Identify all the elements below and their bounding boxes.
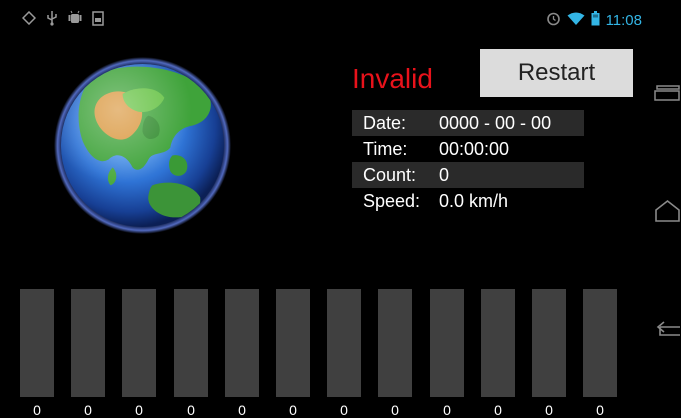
storage-icon — [92, 10, 104, 26]
gps-info-panel: Date: 0000 - 00 - 00 Time: 00:00:00 Coun… — [352, 110, 584, 214]
speed-value: 0.0 km/h — [439, 190, 509, 211]
count-row: Count: 0 — [352, 162, 584, 188]
fix-status-label: Invalid — [352, 63, 433, 94]
signal-value-label: 0 — [238, 402, 246, 418]
signal-bar-track — [327, 289, 361, 397]
speed-row: Speed: 0.0 km/h — [352, 188, 584, 214]
globe-image — [53, 56, 232, 235]
signal-bar-track — [532, 289, 566, 397]
signal-value-label: 0 — [340, 402, 348, 418]
android-debug-icon — [68, 10, 82, 26]
date-value: 0000 - 00 - 00 — [439, 112, 552, 133]
signal-value-label: 0 — [391, 402, 399, 418]
signal-bar-track — [276, 289, 310, 397]
signal-bar-track — [71, 289, 105, 397]
signal-bar-track — [174, 289, 208, 397]
status-bar: 11:08 — [0, 0, 648, 38]
signal-value-label: 0 — [135, 402, 143, 418]
date-row: Date: 0000 - 00 - 00 — [352, 110, 584, 136]
signal-bar-track — [583, 289, 617, 397]
speed-label: Speed: — [363, 190, 421, 211]
signal-bar-track — [481, 289, 515, 397]
count-label: Count: — [363, 164, 417, 185]
time-value: 00:00:00 — [439, 138, 510, 159]
signal-bar-track — [378, 289, 412, 397]
time-row: Time: 00:00:00 — [352, 136, 584, 162]
status-bar-system: 11:08 — [546, 11, 642, 31]
count-value: 0 — [439, 164, 450, 185]
signal-value-label: 0 — [289, 402, 297, 418]
usb-icon — [46, 10, 58, 26]
battery-icon — [591, 11, 600, 31]
signal-value-label: 0 — [545, 402, 553, 418]
navigation-bar — [648, 0, 681, 412]
status-bar-clock: 11:08 — [605, 12, 642, 29]
signal-bar-track — [225, 289, 259, 397]
signal-value-label: 0 — [596, 402, 604, 418]
back-icon[interactable] — [654, 319, 681, 341]
date-label: Date: — [363, 112, 407, 133]
gps-test-screen: 11:08 Invalid Restart Date: 0000 - 00 - … — [0, 0, 681, 418]
recent-apps-icon[interactable] — [654, 84, 681, 102]
signal-value-label: 0 — [187, 402, 195, 418]
signal-value-label: 0 — [443, 402, 451, 418]
signal-value-label: 0 — [33, 402, 41, 418]
time-label: Time: — [363, 138, 408, 159]
wifi-icon — [567, 12, 585, 31]
status-bar-notifications — [22, 10, 104, 26]
signal-bar-track — [122, 289, 156, 397]
signal-bar-track — [430, 289, 464, 397]
location-icon — [22, 11, 36, 25]
signal-value-label: 0 — [494, 402, 502, 418]
signal-value-label: 0 — [84, 402, 92, 418]
alarm-icon — [546, 11, 561, 31]
restart-button[interactable]: Restart — [480, 49, 633, 97]
home-icon[interactable] — [654, 199, 681, 223]
signal-bar-track — [20, 289, 54, 397]
